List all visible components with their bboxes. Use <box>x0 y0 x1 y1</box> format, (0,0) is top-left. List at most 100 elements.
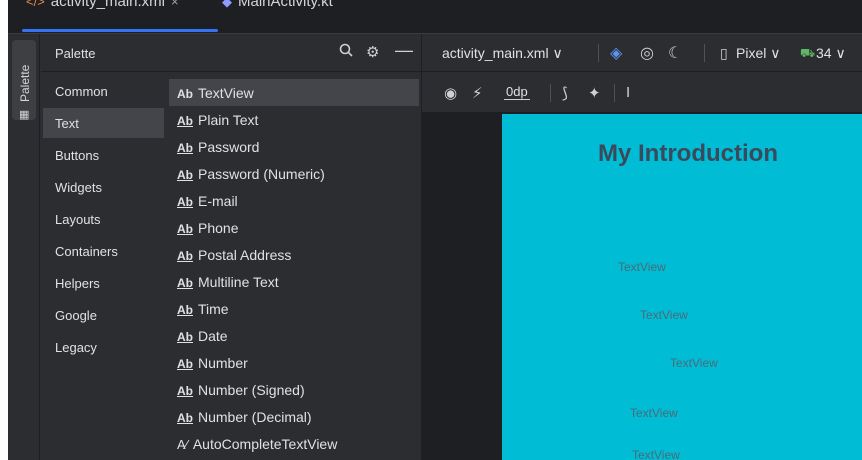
edit-text-icon: Ab <box>177 330 193 344</box>
category-label: Buttons <box>55 148 100 163</box>
palette-title: Palette <box>55 46 96 61</box>
editor-tab-strip: </> activity_main.xml × ◆ MainActivity.kt <box>8 0 862 34</box>
close-icon[interactable]: × <box>171 0 179 9</box>
item-label: Phone <box>198 220 239 236</box>
tab-label: MainActivity.kt <box>238 0 333 10</box>
device-dropdown[interactable]: Pixel ∨ <box>736 45 780 62</box>
device-icon: ▯ <box>720 45 728 61</box>
textview-preview[interactable]: TextView <box>670 356 718 370</box>
category-label: Common <box>55 84 108 99</box>
orientation-icon[interactable]: ◎ <box>640 43 654 63</box>
edit-text-icon: Ab <box>177 384 193 398</box>
palette-item-number-signed[interactable]: Ab Number (Signed) <box>169 376 419 403</box>
palette-icon: ▦ <box>19 109 30 121</box>
edit-text-icon: Ab <box>177 357 193 371</box>
edit-text-icon: Ab <box>177 141 193 155</box>
layout-file-dropdown[interactable]: activity_main.xml ∨ <box>442 45 563 62</box>
palette-item-plain-text[interactable]: Ab Plain Text <box>169 106 419 133</box>
palette-tool-label: Palette <box>18 64 32 102</box>
night-mode-icon[interactable]: ☾ <box>668 43 682 63</box>
palette-item-password[interactable]: Ab Password <box>169 133 419 160</box>
minimize-icon[interactable]: — <box>395 40 413 61</box>
palette-item-phone[interactable]: Ab Phone <box>169 214 419 241</box>
clear-constraints-icon[interactable]: ⟆ <box>562 84 568 102</box>
textview-preview[interactable]: TextView <box>632 448 680 460</box>
edit-text-icon: Ab <box>177 303 193 317</box>
toolbar-separator <box>598 44 599 62</box>
search-icon[interactable] <box>339 43 353 61</box>
textview-preview[interactable]: TextView <box>630 406 678 420</box>
palette-item-time[interactable]: Ab Time <box>169 295 419 322</box>
category-label: Legacy <box>55 340 97 355</box>
android-api-icon: ⛟ <box>800 46 816 60</box>
palette-tool-button[interactable]: Palette ▦ <box>12 40 36 121</box>
item-label: Password (Numeric) <box>198 166 325 182</box>
intro-title-textview[interactable]: My Introduction <box>598 140 778 168</box>
palette-item-password-numeric[interactable]: Ab Password (Numeric) <box>169 160 419 187</box>
kotlin-file-icon: ◆ <box>222 0 232 9</box>
item-label: Date <box>198 328 228 344</box>
default-margin-dropdown[interactable]: 0dp <box>504 84 530 100</box>
tab-label: activity_main.xml <box>50 0 165 10</box>
palette-category-layouts[interactable]: Layouts <box>43 204 164 234</box>
category-label: Helpers <box>55 276 100 291</box>
item-label: AutoCompleteTextView <box>192 436 338 452</box>
palette-category-text[interactable]: Text <box>43 108 164 138</box>
tab-main-activity-kt[interactable]: ◆ MainActivity.kt <box>222 0 333 15</box>
edit-text-icon: Ab <box>177 411 193 425</box>
palette-item-textview[interactable]: Ab TextView <box>169 79 419 106</box>
palette-panel: Palette ⚙ — Common Text Buttons Widgets … <box>41 34 422 460</box>
palette-item-date[interactable]: Ab Date <box>169 322 419 349</box>
guidelines-icon[interactable]: I <box>626 84 630 101</box>
toolbar-separator <box>614 84 615 102</box>
edit-text-icon: Ab <box>177 114 193 128</box>
textview-preview[interactable]: TextView <box>640 308 688 322</box>
text-widget-icon: Ab <box>177 87 193 101</box>
palette-item-autocomplete-textview[interactable]: A⁄ AutoCompleteTextView <box>169 430 419 457</box>
palette-category-widgets[interactable]: Widgets <box>43 172 164 202</box>
palette-item-number-decimal[interactable]: Ab Number (Decimal) <box>169 403 419 430</box>
palette-category-buttons[interactable]: Buttons <box>43 140 164 170</box>
category-label: Google <box>55 308 97 323</box>
eye-icon[interactable]: ◉ <box>444 84 457 102</box>
edit-text-icon: Ab <box>177 168 193 182</box>
category-label: Widgets <box>55 180 102 195</box>
edit-text-icon: Ab <box>177 276 193 290</box>
category-label: Layouts <box>55 212 101 227</box>
edit-text-icon: Ab <box>177 222 193 236</box>
xml-file-icon: </> <box>26 0 45 9</box>
palette-item-number[interactable]: Ab Number <box>169 349 419 376</box>
palette-category-legacy[interactable]: Legacy <box>43 332 164 362</box>
item-label: Password <box>198 139 260 155</box>
edit-text-icon: Ab <box>177 195 193 209</box>
palette-category-helpers[interactable]: Helpers <box>43 268 164 298</box>
autocomplete-icon: A⁄ <box>177 437 188 452</box>
textview-preview[interactable]: TextView <box>618 260 666 274</box>
palette-category-google[interactable]: Google <box>43 300 164 330</box>
active-tab-indicator <box>22 29 218 32</box>
layout-editor: activity_main.xml ∨ ◈ ◎ ☾ ▯ Pixel ∨ ⛟ 34… <box>422 34 862 460</box>
item-label: Number (Decimal) <box>198 409 312 425</box>
item-label: TextView <box>198 85 254 101</box>
infer-constraints-icon[interactable]: ✦ <box>588 84 601 102</box>
item-label: Number (Signed) <box>198 382 305 398</box>
palette-item-multiline-text[interactable]: Ab Multiline Text <box>169 268 419 295</box>
palette-category-common[interactable]: Common <box>43 76 164 106</box>
design-surface-icon[interactable]: ◈ <box>610 43 622 63</box>
palette-header: Palette ⚙ — <box>41 34 422 72</box>
gear-icon[interactable]: ⚙ <box>366 43 379 61</box>
api-level-dropdown[interactable]: 34 ∨ <box>816 45 846 62</box>
palette-item-email[interactable]: Ab E-mail <box>169 187 419 214</box>
item-label: Multiline Text <box>198 274 279 290</box>
category-label: Containers <box>55 244 118 259</box>
editor-toolbar-top: activity_main.xml ∨ ◈ ◎ ☾ ▯ Pixel ∨ ⛟ 34… <box>422 34 862 72</box>
palette-item-postal-address[interactable]: Ab Postal Address <box>169 241 419 268</box>
autoconnect-icon[interactable]: ⚡ <box>472 84 483 102</box>
palette-category-containers[interactable]: Containers <box>43 236 164 266</box>
item-label: E-mail <box>198 193 238 209</box>
toolbar-separator <box>704 44 705 62</box>
editor-toolbar-secondary: ◉ ⚡ 0dp ⟆ ✦ I <box>422 72 862 112</box>
tab-activity-main-xml[interactable]: </> activity_main.xml × <box>26 0 179 15</box>
item-label: Number <box>198 355 248 371</box>
item-label: Plain Text <box>198 112 259 128</box>
